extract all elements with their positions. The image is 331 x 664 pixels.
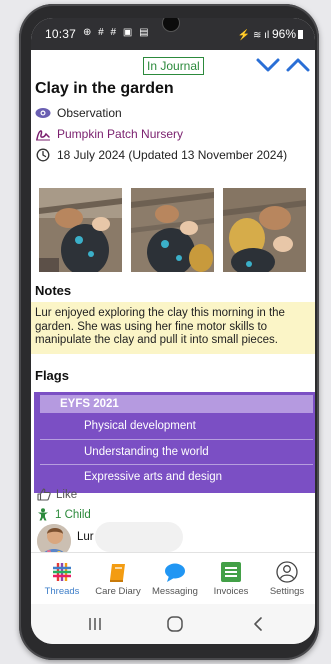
- flags-panel: EYFS 2021 Physical development Understan…: [34, 392, 315, 493]
- signal-icon: ⚡ ≋ ıl: [237, 30, 272, 41]
- tab-label: Threads: [44, 586, 80, 597]
- recent-apps-icon[interactable]: [83, 614, 107, 634]
- flag-item: Physical development: [84, 420, 196, 432]
- battery-level: 96%: [271, 27, 296, 41]
- tab-label: Invoices: [213, 586, 249, 597]
- status-time: 10:37: [45, 27, 77, 41]
- like-label: Like: [56, 488, 78, 501]
- care-diary-icon: [110, 564, 125, 582]
- signature-icon: [35, 127, 51, 141]
- date-label: 18 July 2024 (Updated 13 November 2024): [57, 148, 288, 162]
- flag-item: Expressive arts and design: [40, 464, 313, 488]
- clock-icon: [35, 148, 51, 162]
- child-icon: [38, 508, 48, 521]
- like-button[interactable]: Like: [37, 488, 77, 501]
- child-count-label: 1 Child: [55, 508, 91, 521]
- status-right: ⚡ ≋ ıl 96%: [238, 27, 303, 41]
- tab-threads[interactable]: Threads: [34, 553, 90, 605]
- home-icon[interactable]: [163, 614, 187, 634]
- flags-framework: EYFS 2021: [40, 395, 313, 413]
- flag-item: Understanding the world: [40, 439, 313, 463]
- tab-label: Messaging: [152, 586, 198, 597]
- entry-location: Pumpkin Patch Nursery: [35, 127, 183, 141]
- screen: 10:37 ⊕ # # ▣ ▤ ⚡ ≋ ıl 96% In Journal Cl…: [31, 18, 315, 644]
- photo-thumbnail[interactable]: [131, 188, 214, 272]
- tab-invoices[interactable]: Invoices: [203, 553, 259, 605]
- child-count: 1 Child: [37, 508, 91, 521]
- in-journal-badge: In Journal: [143, 57, 204, 75]
- entry-type-label: Observation: [57, 106, 122, 120]
- entry-type: Observation: [35, 106, 122, 120]
- eye-icon: [35, 106, 51, 120]
- tab-settings[interactable]: Settings: [259, 553, 315, 605]
- threads-icon: [53, 563, 71, 581]
- photo-thumbnail[interactable]: [39, 188, 122, 272]
- tab-label: Care Diary: [95, 586, 141, 597]
- tab-messaging[interactable]: Messaging: [147, 553, 203, 605]
- invoices-icon: [221, 562, 241, 582]
- status-bar: 10:37 ⊕ # # ▣ ▤ ⚡ ≋ ıl 96%: [31, 18, 315, 50]
- chevron-up-icon[interactable]: [285, 53, 311, 77]
- entry-content: Clay in the garden Observation Pumpkin P…: [31, 80, 315, 514]
- entry-header: In Journal: [31, 50, 315, 80]
- flags-heading: Flags: [35, 368, 69, 383]
- messaging-icon: [165, 563, 185, 582]
- chevron-down-icon[interactable]: [255, 53, 281, 77]
- status-notification-icons: ⊕ # # ▣ ▤: [83, 27, 151, 38]
- back-icon[interactable]: [247, 614, 271, 634]
- notes-text: Lur enjoyed exploring the clay this morn…: [31, 302, 315, 354]
- photo-thumbnail[interactable]: [223, 188, 306, 272]
- bottom-tab-bar: Threads Care Diary Messaging Invoices Se…: [31, 552, 315, 605]
- tab-label: Settings: [269, 586, 305, 597]
- tab-care-diary[interactable]: Care Diary: [90, 553, 146, 605]
- child-name: Lur: [77, 531, 94, 543]
- location-label: Pumpkin Patch Nursery: [57, 127, 184, 141]
- entry-date: 18 July 2024 (Updated 13 November 2024): [35, 148, 287, 162]
- system-nav-bar: [31, 604, 315, 644]
- notes-heading: Notes: [35, 283, 72, 298]
- entry-title: Clay in the garden: [35, 80, 174, 97]
- front-camera: [162, 18, 180, 32]
- redacted-surname: [95, 522, 183, 552]
- settings-icon: [276, 561, 298, 583]
- phone-frame: 10:37 ⊕ # # ▣ ▤ ⚡ ≋ ıl 96% In Journal Cl…: [19, 4, 319, 660]
- battery-icon: [298, 30, 303, 39]
- thumbs-up-icon: [37, 488, 51, 501]
